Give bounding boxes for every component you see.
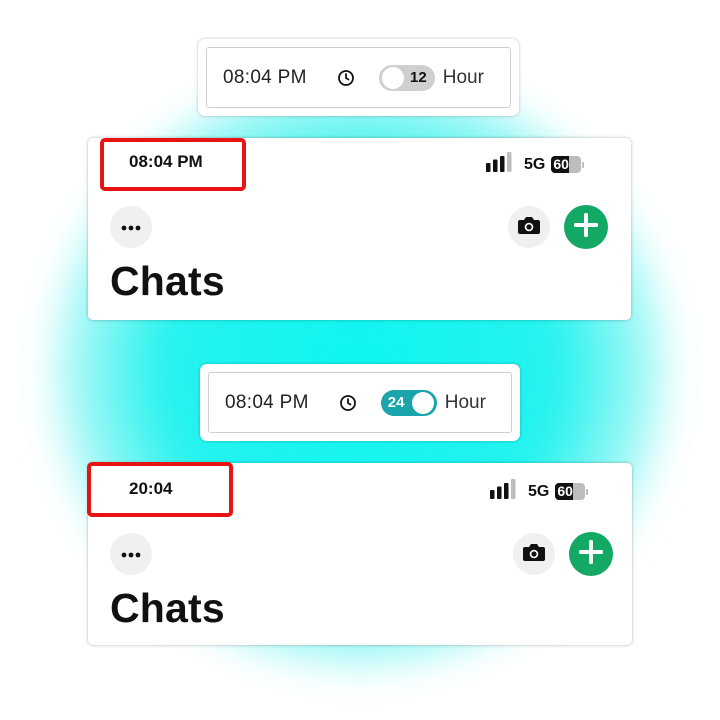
battery-level: 60 xyxy=(553,156,569,172)
more-horizontal-icon xyxy=(121,218,141,236)
network-type: 5G xyxy=(524,155,546,173)
bar-time-text: 08:04 PM xyxy=(223,66,307,88)
signal-bars-icon xyxy=(490,479,520,504)
time-format-bar-24h: 08:04 PM 24 Hour xyxy=(200,364,520,441)
status-bar-indicators: 5G 60 xyxy=(486,152,585,177)
bar-time-text: 08:04 PM xyxy=(225,391,309,413)
battery-tip xyxy=(586,488,589,495)
hour-label: Hour xyxy=(442,66,484,88)
camera-icon xyxy=(517,215,541,240)
plus-icon xyxy=(577,538,605,571)
clock-icon xyxy=(337,69,355,87)
new-chat-button[interactable] xyxy=(569,532,613,576)
plus-icon xyxy=(572,211,600,244)
camera-button[interactable] xyxy=(513,533,555,575)
camera-button[interactable] xyxy=(508,206,550,248)
page-title: Chats xyxy=(110,258,225,304)
hour-label: Hour xyxy=(444,391,486,413)
signal-bars-icon xyxy=(486,152,516,177)
battery-level: 60 xyxy=(557,483,573,499)
hour-format-toggle[interactable]: 12 xyxy=(378,64,435,91)
battery-icon: 60 xyxy=(551,156,582,173)
time-format-bar-12h: 08:04 PM 12 Hour xyxy=(198,39,519,116)
toggle-knob xyxy=(381,66,404,89)
hour-format-toggle[interactable]: 24 xyxy=(380,389,437,416)
battery-tip xyxy=(582,161,585,168)
time-format-bar-inner: 08:04 PM 24 Hour xyxy=(208,372,512,433)
camera-icon xyxy=(522,542,546,567)
toggle-value: 24 xyxy=(387,393,405,411)
status-bar-indicators: 5G 60 xyxy=(490,479,589,504)
toggle-value: 12 xyxy=(410,68,427,86)
status-time-highlight xyxy=(87,462,233,517)
network-type: 5G xyxy=(528,482,550,500)
more-horizontal-icon xyxy=(121,545,141,563)
status-time-highlight xyxy=(100,138,246,191)
more-options-button[interactable] xyxy=(110,206,152,248)
clock-icon xyxy=(339,394,357,412)
more-options-button[interactable] xyxy=(110,533,152,575)
page-title: Chats xyxy=(110,585,225,631)
toggle-knob xyxy=(411,391,434,414)
battery-icon: 60 xyxy=(555,483,586,500)
new-chat-button[interactable] xyxy=(564,205,608,249)
time-format-bar-inner: 08:04 PM 12 Hour xyxy=(206,47,511,108)
